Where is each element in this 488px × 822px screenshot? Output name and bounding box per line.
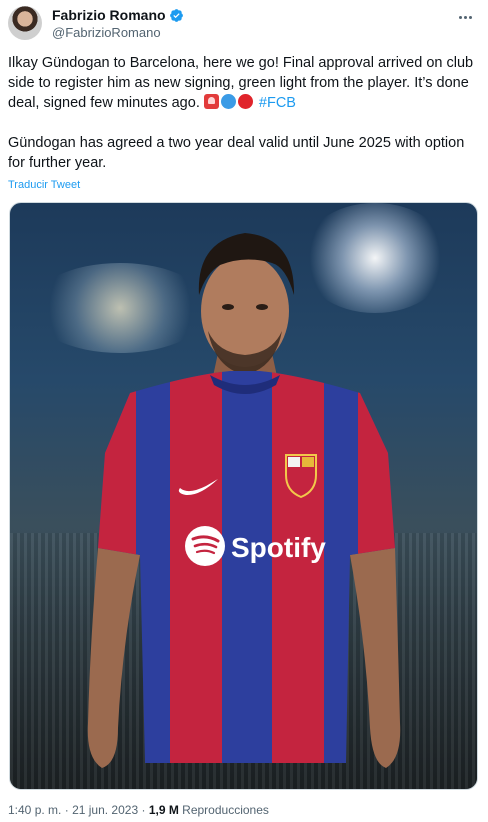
- verified-badge-icon: [169, 9, 183, 22]
- tweet-paragraph-2: Gündogan has agreed a two year deal vali…: [8, 135, 465, 171]
- meta-separator: ·: [141, 803, 146, 817]
- author-display-name[interactable]: Fabrizio Romano: [52, 7, 166, 24]
- author-avatar[interactable]: [8, 6, 42, 40]
- author-name-row: Fabrizio Romano: [52, 7, 184, 24]
- more-options-icon[interactable]: [454, 8, 476, 26]
- tweet-media-image[interactable]: Spotify: [9, 202, 478, 790]
- meta-separator: ·: [64, 803, 69, 817]
- tweet-date[interactable]: 21 jun. 2023: [72, 803, 138, 817]
- player-illustration: Spotify: [87, 233, 401, 768]
- views-label: Reproducciones: [182, 803, 269, 817]
- translate-tweet-link[interactable]: Traducir Tweet: [8, 178, 80, 192]
- tweet-paragraph-1: Ilkay Gündogan to Barcelona, here we go!…: [8, 53, 478, 113]
- red-circle-emoji-icon: [237, 94, 253, 109]
- tweet-time[interactable]: 1:40 p. m.: [8, 803, 61, 817]
- blue-circle-emoji-icon: [220, 94, 236, 109]
- views-count: 1,9 M: [148, 803, 179, 817]
- shirt-sponsor-text: Spotify: [231, 532, 326, 563]
- tweet-meta: 1:40 p. m. · 21 jun. 2023 · 1,9 M Reprod…: [8, 803, 269, 818]
- author-handle[interactable]: @FabrizioRomano: [52, 25, 161, 41]
- tweet-text: Ilkay Gündogan to Barcelona, here we go!…: [8, 53, 478, 173]
- tweet-header: Fabrizio Romano @FabrizioRomano: [8, 6, 480, 42]
- siren-emoji-icon: [203, 94, 219, 109]
- hashtag-link[interactable]: #FCB: [259, 95, 296, 111]
